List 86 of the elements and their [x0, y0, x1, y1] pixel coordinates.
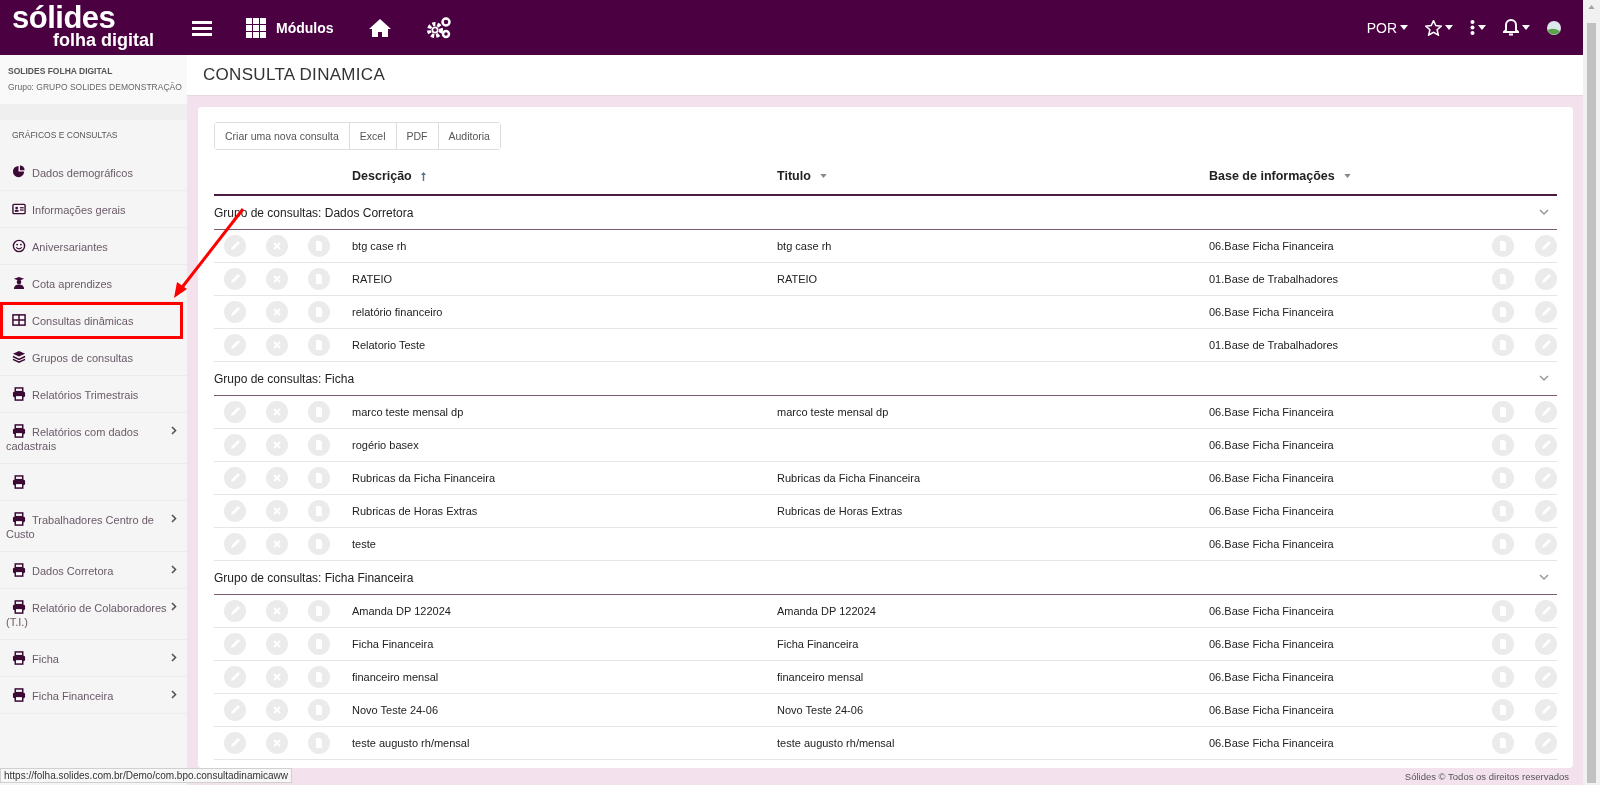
edit-icon[interactable]: [224, 235, 246, 257]
toolbar-button[interactable]: Criar uma nova consulta: [215, 123, 350, 149]
table-cell: 06.Base Ficha Financeira: [1209, 406, 1334, 418]
table-cell: 06.Base Ficha Financeira: [1209, 505, 1334, 517]
language-selector[interactable]: POR: [1366, 19, 1397, 36]
table-cell: RATEIO: [352, 273, 393, 285]
more-icon[interactable]: [1470, 20, 1475, 35]
logo-subtitle: folha digital: [53, 31, 154, 49]
table-cell: 06.Base Ficha Financeira: [1209, 737, 1334, 749]
table-cell: Novo Teste 24-06: [777, 704, 864, 716]
column-header[interactable]: Descrição: [352, 169, 412, 183]
table-cell: Rubricas de Horas Extras: [777, 505, 903, 517]
table-cell: 06.Base Ficha Financeira: [1209, 306, 1334, 318]
table-cell: teste augusto rh/mensal: [777, 737, 895, 749]
table-cell: 06.Base Ficha Financeira: [1209, 605, 1334, 617]
pie-chart-icon: [12, 165, 26, 179]
caret-icon: [1445, 25, 1453, 30]
printer-icon: [12, 387, 26, 401]
gears-icon[interactable]: [425, 16, 452, 39]
table-cell: 06.Base Ficha Financeira: [1209, 240, 1334, 252]
page-title: CONSULTA DINAMICA: [203, 65, 386, 85]
printer-icon: [12, 651, 26, 665]
printer-icon: [12, 688, 26, 702]
table-cell: Rubricas da Ficha Financeira: [352, 472, 496, 484]
avatar-icon[interactable]: [1547, 20, 1561, 35]
printer-icon: [12, 475, 26, 489]
table-cell: RATEIO: [777, 273, 818, 285]
table-cell: 06.Base Ficha Financeira: [1209, 472, 1334, 484]
table-cell: rogério basex: [352, 439, 419, 451]
star-icon[interactable]: [1425, 19, 1442, 36]
table-cell: teste augusto rh/mensal: [352, 737, 470, 749]
table-cell: Rubricas da Ficha Financeira: [777, 472, 921, 484]
scrollbar[interactable]: [1583, 0, 1600, 785]
table-cell: marco teste mensal dp: [352, 406, 464, 418]
table-icon: [12, 313, 26, 327]
table-cell: Novo Teste 24-06: [352, 704, 439, 716]
table-cell: Rubricas de Horas Extras: [352, 505, 478, 517]
sidebar-item[interactable]: Consultas dinâmicas: [0, 302, 183, 339]
table-cell: 01.Base de Trabalhadores: [1209, 339, 1339, 351]
printer-icon: [12, 600, 26, 614]
scroll-up-icon[interactable]: [1588, 5, 1595, 9]
table-cell: Amanda DP 122024: [777, 605, 876, 617]
logo-text: sólides: [12, 2, 116, 33]
printer-icon: [12, 512, 26, 526]
menu-icon[interactable]: [192, 19, 212, 36]
table-cell: financeiro mensal: [352, 671, 439, 683]
table-cell: btg case rh: [777, 240, 832, 252]
grid-icon[interactable]: [246, 17, 266, 38]
table-cell: btg case rh: [352, 240, 407, 252]
table-cell: 06.Base Ficha Financeira: [1209, 704, 1334, 716]
table-cell: 06.Base Ficha Financeira: [1209, 538, 1334, 550]
bell-icon[interactable]: [1503, 19, 1519, 36]
column-header[interactable]: Titulo: [777, 169, 811, 183]
printer-icon: [12, 563, 26, 577]
table-cell: Relatorio Teste: [352, 339, 426, 351]
table-cell: financeiro mensal: [777, 671, 864, 683]
table-cell: Amanda DP 122024: [352, 605, 451, 617]
group-heading: Grupo de consultas: Ficha Financeira: [214, 570, 414, 585]
table-cell: relatório financeiro: [352, 306, 443, 318]
table-cell: 01.Base de Trabalhadores: [1209, 273, 1339, 285]
status-url: https://folha.solides.com.br/Demo/com.bpo.consultadinamicaww: [0, 768, 293, 783]
table-cell: Ficha Financeira: [352, 638, 434, 650]
caret-icon: [1522, 25, 1530, 30]
layers-icon: [12, 350, 26, 364]
table-cell: 06.Base Ficha Financeira: [1209, 638, 1334, 650]
home-icon[interactable]: [367, 17, 392, 38]
group-heading: Grupo de consultas: Ficha: [214, 371, 355, 386]
caret-icon: [1400, 25, 1408, 30]
chevron-down-icon[interactable]: [1539, 375, 1549, 382]
column-header[interactable]: Base de informações: [1209, 169, 1335, 183]
copyright-text: Sólides © Todos os direitos reservados: [1404, 771, 1569, 782]
company-name: SOLIDES FOLHA DIGITAL: [8, 66, 114, 76]
section-heading: GRÁFICOS E CONSULTAS: [11, 129, 119, 142]
table-cell: teste: [352, 538, 376, 550]
caret-icon: [1478, 25, 1486, 30]
table-cell: Ficha Financeira: [777, 638, 859, 650]
graduate-icon: [12, 276, 26, 290]
chevron-down-icon[interactable]: [1539, 574, 1549, 581]
table-cell: marco teste mensal dp: [777, 406, 889, 418]
chevron-down-icon[interactable]: [1539, 209, 1549, 216]
id-card-icon: [12, 202, 26, 216]
table-cell: 06.Base Ficha Financeira: [1209, 439, 1334, 451]
smiley-icon: [12, 239, 26, 253]
table-cell: 06.Base Ficha Financeira: [1209, 671, 1334, 683]
modules-link[interactable]: Módulos: [276, 19, 334, 36]
printer-icon: [12, 424, 26, 438]
